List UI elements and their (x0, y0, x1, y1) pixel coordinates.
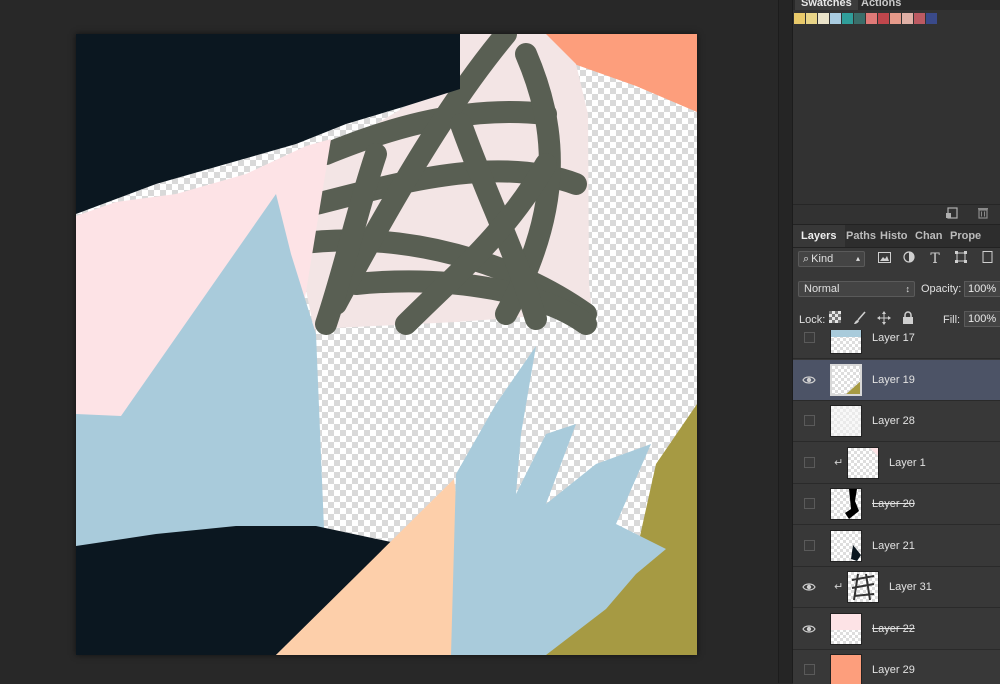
swatch[interactable] (902, 13, 913, 24)
swatches-footer (793, 204, 1000, 225)
layer-row[interactable]: Layer 28 (793, 401, 1000, 442)
stepper-icon: ↕ (905, 284, 911, 294)
layer-thumbnail (847, 571, 879, 603)
eye-icon[interactable] (802, 623, 816, 635)
visibility-toggle[interactable] (804, 539, 815, 551)
swatch[interactable] (914, 13, 925, 24)
swatch[interactable] (830, 13, 841, 24)
layer-row[interactable]: Layer 19 (793, 359, 1000, 401)
blend-mode-value: Normal (804, 283, 840, 295)
tab-actions[interactable]: Actions (855, 0, 907, 10)
opacity-label: Opacity: (921, 283, 962, 295)
type-filter-icon[interactable]: T (927, 251, 943, 267)
tab-paths[interactable]: Paths (842, 225, 880, 247)
layer-row[interactable]: Layer 29 (793, 650, 1000, 684)
visibility-toggle[interactable] (804, 456, 815, 468)
adjustment-filter-icon[interactable] (901, 251, 917, 267)
filter-kind-label: Kind (811, 253, 834, 265)
swatch[interactable] (926, 13, 937, 24)
lock-all-icon[interactable] (900, 311, 916, 327)
layer-list[interactable]: Layer 17 Layer 19 Layer 28 ↵ Layer 1 Layer 20… (793, 330, 1000, 684)
layer-row[interactable]: ↵ Layer 31 (793, 567, 1000, 608)
stepper-icon: ▴ (855, 254, 860, 263)
swatch[interactable] (866, 13, 877, 24)
swatches-panel: Swatches Actions (793, 0, 1000, 225)
layer-row[interactable]: Layer 22 (793, 609, 1000, 650)
lock-image-pixels-icon[interactable] (852, 311, 868, 327)
clipping-mask-icon: ↵ (834, 581, 844, 593)
swatch[interactable] (878, 13, 889, 24)
eye-icon[interactable] (802, 581, 816, 593)
layer-row[interactable]: Layer 17 (793, 330, 1000, 359)
layer-row[interactable]: Layer 21 (793, 526, 1000, 567)
layer-name: Layer 29 (872, 664, 915, 676)
layer-name: Layer 31 (889, 581, 932, 593)
tab-history[interactable]: Histo (876, 225, 914, 247)
visibility-toggle[interactable] (804, 332, 815, 343)
layer-name: Layer 20 (872, 498, 915, 510)
shape-filter-icon[interactable] (953, 251, 969, 267)
panel-splitter[interactable] (778, 0, 793, 683)
layer-name: Layer 21 (872, 539, 915, 552)
swatch-row (794, 13, 938, 25)
image-filter-icon[interactable] (876, 251, 892, 267)
eye-icon[interactable] (802, 374, 816, 386)
swatch[interactable] (818, 13, 829, 24)
blend-mode-select[interactable]: Normal ↕ (798, 281, 915, 297)
layer-thumbnail (830, 405, 862, 437)
layer-thumbnail (830, 363, 862, 396)
canvas-area[interactable] (0, 0, 778, 683)
layer-thumbnail (830, 529, 862, 562)
visibility-toggle[interactable] (804, 498, 815, 509)
tab-properties[interactable]: Prope (946, 225, 988, 247)
layer-name: Layer 19 (872, 373, 915, 386)
lock-position-icon[interactable] (876, 311, 892, 327)
right-panels: Swatches Actions Layers Paths Histo Chan… (793, 0, 1000, 684)
swatches-tab-row: Swatches Actions (793, 0, 1000, 10)
layer-row[interactable]: Layer 20 (793, 484, 1000, 525)
tab-swatches[interactable]: Swatches (795, 0, 858, 10)
layer-name: Layer 22 (872, 622, 915, 635)
fill-label: Fill: (943, 314, 961, 326)
visibility-toggle[interactable] (804, 664, 815, 675)
clipping-mask-icon: ↵ (834, 456, 844, 469)
trash-icon[interactable] (976, 207, 990, 221)
layers-tab-row: Layers Paths Histo Chan Prope (793, 225, 1000, 248)
swatch[interactable] (854, 13, 865, 24)
layer-name: Layer 1 (889, 456, 926, 469)
layer-row[interactable]: ↵ Layer 1 (793, 443, 1000, 484)
visibility-toggle[interactable] (804, 415, 815, 426)
layer-thumbnail (830, 330, 862, 354)
document-canvas[interactable] (76, 34, 697, 655)
swatch[interactable] (806, 13, 817, 24)
tab-layers[interactable]: Layers (793, 225, 845, 247)
filter-kind-select[interactable]: ⌕ Kind ▴ (798, 251, 865, 267)
layers-panel: Layers Paths Histo Chan Prope ⌕ Kind ▴ T … (793, 224, 1000, 684)
new-swatch-icon[interactable] (945, 207, 959, 221)
artwork (76, 34, 697, 655)
search-icon: ⌕ (803, 253, 810, 265)
swatch[interactable] (842, 13, 853, 24)
opacity-input[interactable]: 100% (964, 281, 1000, 297)
layer-thumbnail (830, 488, 862, 520)
fill-input[interactable]: 100% (964, 311, 1000, 327)
tab-channels[interactable]: Chan (911, 225, 948, 247)
layer-thumbnail (830, 612, 862, 645)
swatch[interactable] (794, 13, 805, 24)
layer-thumbnail (830, 654, 862, 684)
layer-name: Layer 28 (872, 415, 915, 427)
layer-thumbnail (847, 446, 879, 479)
smart-object-filter-icon[interactable] (979, 251, 995, 267)
swatch[interactable] (890, 13, 901, 24)
lock-transparent-pixels-icon[interactable] (827, 311, 843, 327)
layer-name: Layer 17 (872, 332, 915, 344)
lock-label: Lock: (799, 314, 826, 326)
